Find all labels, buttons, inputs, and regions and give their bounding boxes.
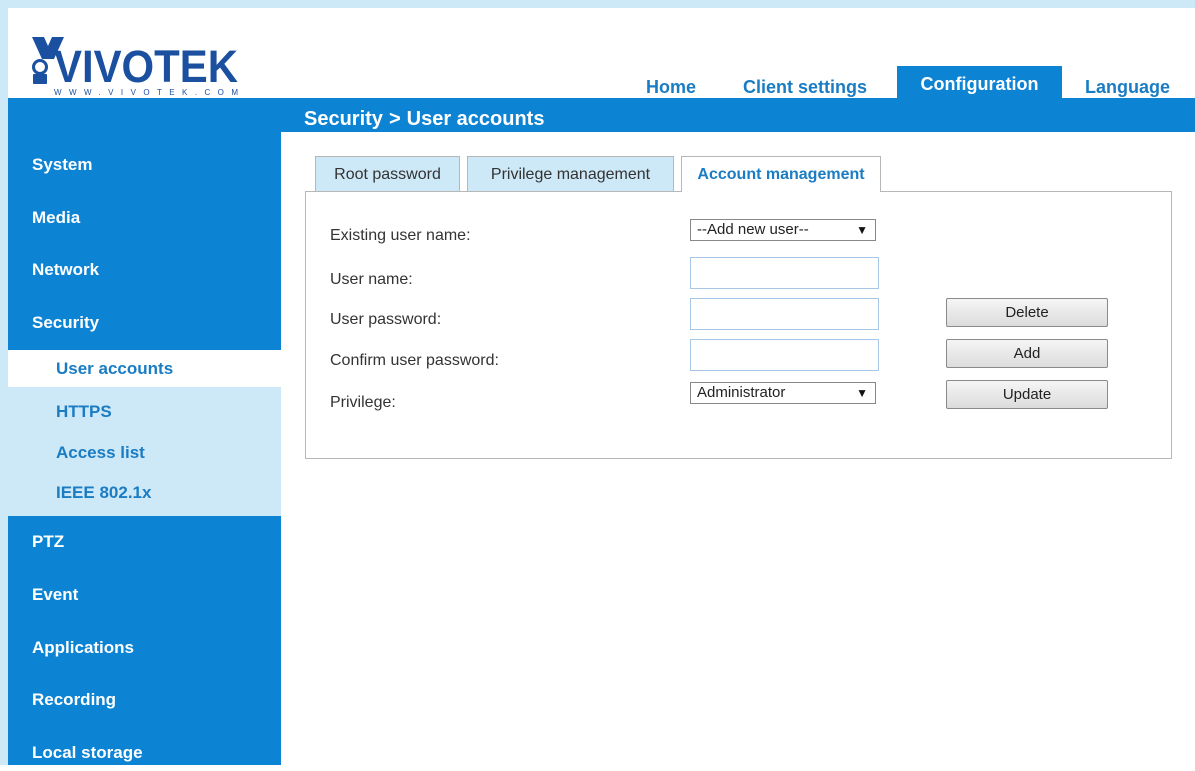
tab-account-management[interactable]: Account management: [681, 156, 881, 192]
user-password-input[interactable]: [690, 298, 879, 330]
sidebar-item-media[interactable]: Media: [8, 200, 281, 236]
nav-configuration[interactable]: Configuration: [897, 66, 1062, 98]
dropdown-arrow-icon: ▼: [856, 223, 868, 237]
breadcrumb-separator: >: [388, 108, 401, 130]
window-frame-left: [0, 0, 8, 765]
vivotek-logo: VIVOTEK WWW.VIVOTEK.COM: [32, 37, 238, 97]
existing-user-select[interactable]: --Add new user-- ▼: [690, 219, 876, 241]
add-button[interactable]: Add: [946, 339, 1108, 368]
tab-root-password[interactable]: Root password: [315, 156, 460, 191]
user-password-label: User password:: [330, 311, 442, 328]
sidebar-item-applications[interactable]: Applications: [8, 630, 281, 666]
sidebar-subitem-https[interactable]: HTTPS: [8, 393, 281, 430]
breadcrumb-page: User accounts: [406, 108, 545, 130]
sidebar-subitem-user-accounts[interactable]: User accounts: [8, 350, 281, 387]
nav-client-settings[interactable]: Client settings: [725, 66, 885, 98]
breadcrumb-section: Security: [304, 108, 383, 130]
existing-user-value: --Add new user--: [697, 221, 809, 238]
tab-privilege-management[interactable]: Privilege management: [467, 156, 674, 191]
user-name-label: User name:: [330, 271, 413, 288]
sidebar-item-local-storage[interactable]: Local storage: [8, 735, 281, 771]
user-name-input[interactable]: [690, 257, 879, 289]
update-button[interactable]: Update: [946, 380, 1108, 409]
privilege-label: Privilege:: [330, 394, 396, 411]
nav-home[interactable]: Home: [636, 66, 706, 98]
existing-user-label: Existing user name:: [330, 227, 471, 244]
delete-button[interactable]: Delete: [946, 298, 1108, 327]
sidebar-item-network[interactable]: Network: [8, 252, 281, 288]
dropdown-arrow-icon: ▼: [856, 386, 868, 400]
sidebar-item-security[interactable]: Security: [8, 305, 281, 341]
breadcrumb: Security > User accounts: [304, 98, 544, 132]
privilege-value: Administrator: [697, 384, 786, 401]
nav-language[interactable]: Language: [1070, 66, 1185, 98]
sidebar-item-system[interactable]: System: [8, 147, 281, 183]
top-navigation: Home Client settings Configuration Langu…: [600, 66, 1195, 98]
privilege-select[interactable]: Administrator ▼: [690, 382, 876, 404]
sidebar-item-event[interactable]: Event: [8, 577, 281, 613]
sidebar-subitem-access-list[interactable]: Access list: [8, 434, 281, 471]
sidebar-subitem-ieee-8021x[interactable]: IEEE 802.1x: [8, 474, 281, 511]
confirm-password-label: Confirm user password:: [330, 352, 499, 369]
confirm-password-input[interactable]: [690, 339, 879, 371]
svg-text:VIVOTEK: VIVOTEK: [54, 41, 238, 92]
sidebar-item-ptz[interactable]: PTZ: [8, 524, 281, 560]
window-frame-top: [0, 0, 1195, 8]
sidebar-item-recording[interactable]: Recording: [8, 682, 281, 718]
